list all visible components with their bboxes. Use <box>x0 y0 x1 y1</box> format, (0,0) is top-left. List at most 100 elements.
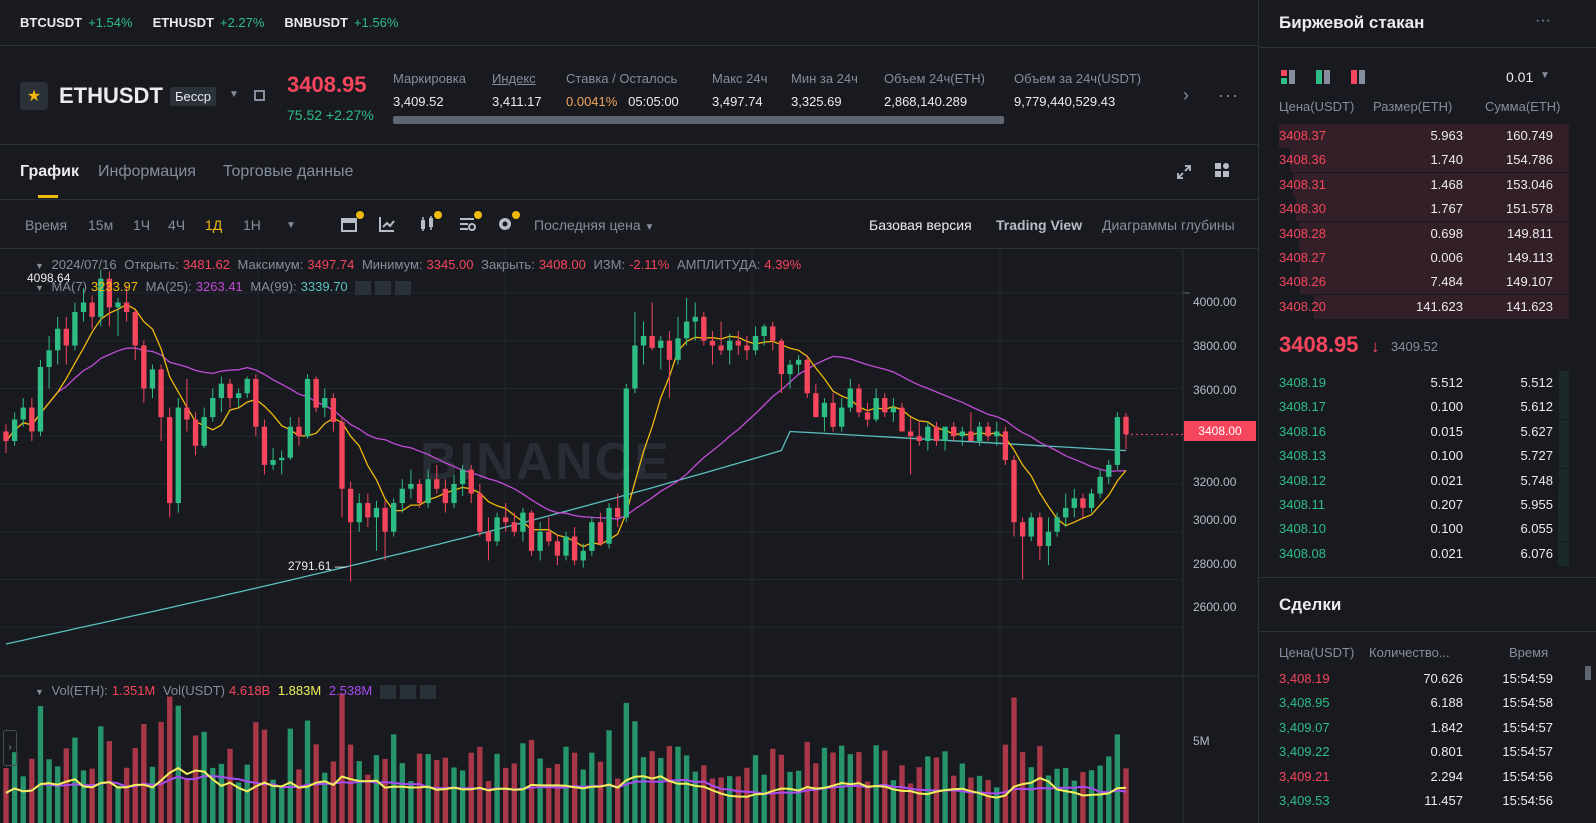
book-icon[interactable] <box>254 90 265 101</box>
chart-canvas[interactable] <box>0 250 1258 823</box>
interval-1w[interactable]: 1Н <box>243 217 261 233</box>
trade-price: 3,409.53 <box>1279 793 1330 808</box>
orderbook-both-view-icon[interactable] <box>1281 70 1295 84</box>
gear-icon[interactable] <box>496 211 520 233</box>
ask-row[interactable]: 3408.26 7.484 149.107 <box>1259 270 1569 295</box>
volume-bar <box>123 767 130 823</box>
row-price: 3408.17 <box>1279 399 1326 415</box>
header-stat: Макс 24ч 3,497.74 <box>712 71 767 109</box>
row-size: 5.963 <box>1430 128 1463 143</box>
ask-row[interactable]: 3408.20 141.623 141.623 <box>1259 294 1569 319</box>
ask-row[interactable]: 3408.36 1.740 154.786 <box>1259 148 1569 173</box>
more-icon[interactable]: ··· <box>1535 12 1551 30</box>
tab-trading-data[interactable]: Торговые данные <box>223 163 353 181</box>
ask-row[interactable]: 3408.30 1.767 151.578 <box>1259 197 1569 222</box>
indicator-icon[interactable] <box>378 215 396 233</box>
bid-row[interactable]: 3408.19 5.512 5.512 <box>1259 371 1569 395</box>
ask-row[interactable]: 3408.27 0.006 149.113 <box>1259 246 1569 270</box>
ticker-change: +1.54% <box>88 15 133 30</box>
close-icon[interactable] <box>395 280 412 295</box>
row-size: 7.484 <box>1430 274 1463 290</box>
favorite-star-icon[interactable]: ★ <box>20 82 48 110</box>
candle-body <box>830 402 836 427</box>
ticker-item[interactable]: ETHUSDT +2.27% <box>153 15 265 30</box>
trades-header-qty: Количество... <box>1369 645 1450 660</box>
bid-row[interactable]: 3408.12 0.021 5.748 <box>1259 468 1569 493</box>
trade-time: 15:54:56 <box>1502 793 1553 808</box>
interval-more-chevron-icon[interactable]: ▼ <box>286 220 296 231</box>
price-type-select[interactable]: Последняя цена ▼ <box>534 217 654 233</box>
volume-bar <box>537 758 543 823</box>
candle-body <box>347 488 354 523</box>
interval-15m[interactable]: 15м <box>88 217 113 233</box>
close-icon[interactable] <box>419 684 436 699</box>
row-price: 3408.30 <box>1279 201 1326 217</box>
settings-icon[interactable] <box>399 684 416 699</box>
chevron-down-icon[interactable]: ▼ <box>1540 70 1550 81</box>
view-depth[interactable]: Диаграммы глубины <box>1102 217 1235 233</box>
volume-bar <box>968 777 974 823</box>
more-icon[interactable]: ··· <box>1218 85 1239 106</box>
chart-settings-list-icon[interactable] <box>458 211 482 233</box>
collapse-panel-chevron-icon[interactable]: › <box>3 730 17 766</box>
tab-chart[interactable]: График <box>20 163 79 181</box>
interval-4h[interactable]: 4Ч <box>168 217 185 233</box>
candle-body <box>270 460 276 465</box>
row-sum: 151.578 <box>1506 201 1553 217</box>
candle-body <box>399 488 405 504</box>
orderbook-bids-view-icon[interactable] <box>1316 70 1330 84</box>
ask-row[interactable]: 3408.37 5.963 160.749 <box>1259 124 1569 148</box>
trades-header-time: Время <box>1509 645 1549 660</box>
volume-bar <box>718 777 724 823</box>
view-basic[interactable]: Базовая версия <box>869 217 972 233</box>
bid-row[interactable]: 3408.11 0.207 5.955 <box>1259 493 1569 517</box>
chart-toolbar: Время 15м 1Ч 4Ч 1Д 1Н ▼ Последняя цена ▼… <box>0 201 1258 249</box>
eye-icon[interactable] <box>379 684 396 699</box>
tab-info[interactable]: Информация <box>98 163 196 181</box>
candle-body <box>718 345 724 351</box>
bid-row[interactable]: 3408.16 0.015 5.627 <box>1259 419 1569 444</box>
interval-1d[interactable]: 1Д <box>205 217 222 233</box>
bid-row[interactable]: 3408.13 0.100 5.727 <box>1259 444 1569 469</box>
volume-bar <box>55 766 61 823</box>
row-price: 3408.08 <box>1279 545 1326 561</box>
row-sum: 160.749 <box>1506 128 1553 143</box>
candle-body <box>856 388 862 413</box>
volume-bar <box>158 721 164 823</box>
bid-row[interactable]: 3408.10 0.100 6.055 <box>1259 517 1569 542</box>
contract-type-badge[interactable]: Бесср <box>170 87 216 106</box>
expand-icon[interactable] <box>1176 164 1192 180</box>
volume-bar <box>442 757 449 823</box>
view-tradingview[interactable]: Trading View <box>996 217 1082 233</box>
eye-icon[interactable] <box>355 280 372 295</box>
ticker-item[interactable]: BTCUSDT +1.54% <box>20 15 133 30</box>
interval-1h[interactable]: 1Ч <box>133 217 150 233</box>
candle-type-icon[interactable] <box>418 211 442 233</box>
orderbook-asks-view-icon[interactable] <box>1351 70 1365 84</box>
chevron-down-icon[interactable]: ▼ <box>229 89 239 100</box>
candle-body <box>373 507 380 518</box>
stats-scrollbar[interactable] <box>393 116 1004 124</box>
trade-time: 15:54:59 <box>1502 671 1553 686</box>
volume-bar <box>666 746 673 823</box>
precision-select[interactable]: 0.01 <box>1506 69 1533 85</box>
calendar-icon[interactable] <box>340 211 364 233</box>
bid-row[interactable]: 3408.17 0.100 5.612 <box>1259 395 1569 420</box>
symbol-name[interactable]: ETHUSDT <box>59 83 163 109</box>
volume-bar <box>597 761 604 823</box>
candle-body <box>485 531 492 542</box>
settings-icon[interactable] <box>375 280 392 295</box>
trades-scrollbar[interactable] <box>1585 666 1591 680</box>
ticker-item[interactable]: BNBUSDT +1.56% <box>284 15 398 30</box>
ask-row[interactable]: 3408.31 1.468 153.046 <box>1259 172 1569 197</box>
candle-body <box>72 312 78 346</box>
depth-bar <box>1558 517 1569 542</box>
row-size: 0.100 <box>1430 399 1463 415</box>
bid-row[interactable]: 3408.08 0.021 6.076 <box>1259 541 1569 566</box>
layout-icon[interactable] <box>1214 162 1230 178</box>
ask-row[interactable]: 3408.28 0.698 149.811 <box>1259 221 1569 246</box>
chevron-right-icon[interactable]: › <box>1183 85 1189 106</box>
trade-qty: 1.842 <box>1430 719 1463 735</box>
trades-title: Сделки <box>1279 595 1342 614</box>
candlestick-chart[interactable]: BINANCE ▼ 2024/07/16 Открыть: 3481.62 Мак… <box>0 250 1258 823</box>
